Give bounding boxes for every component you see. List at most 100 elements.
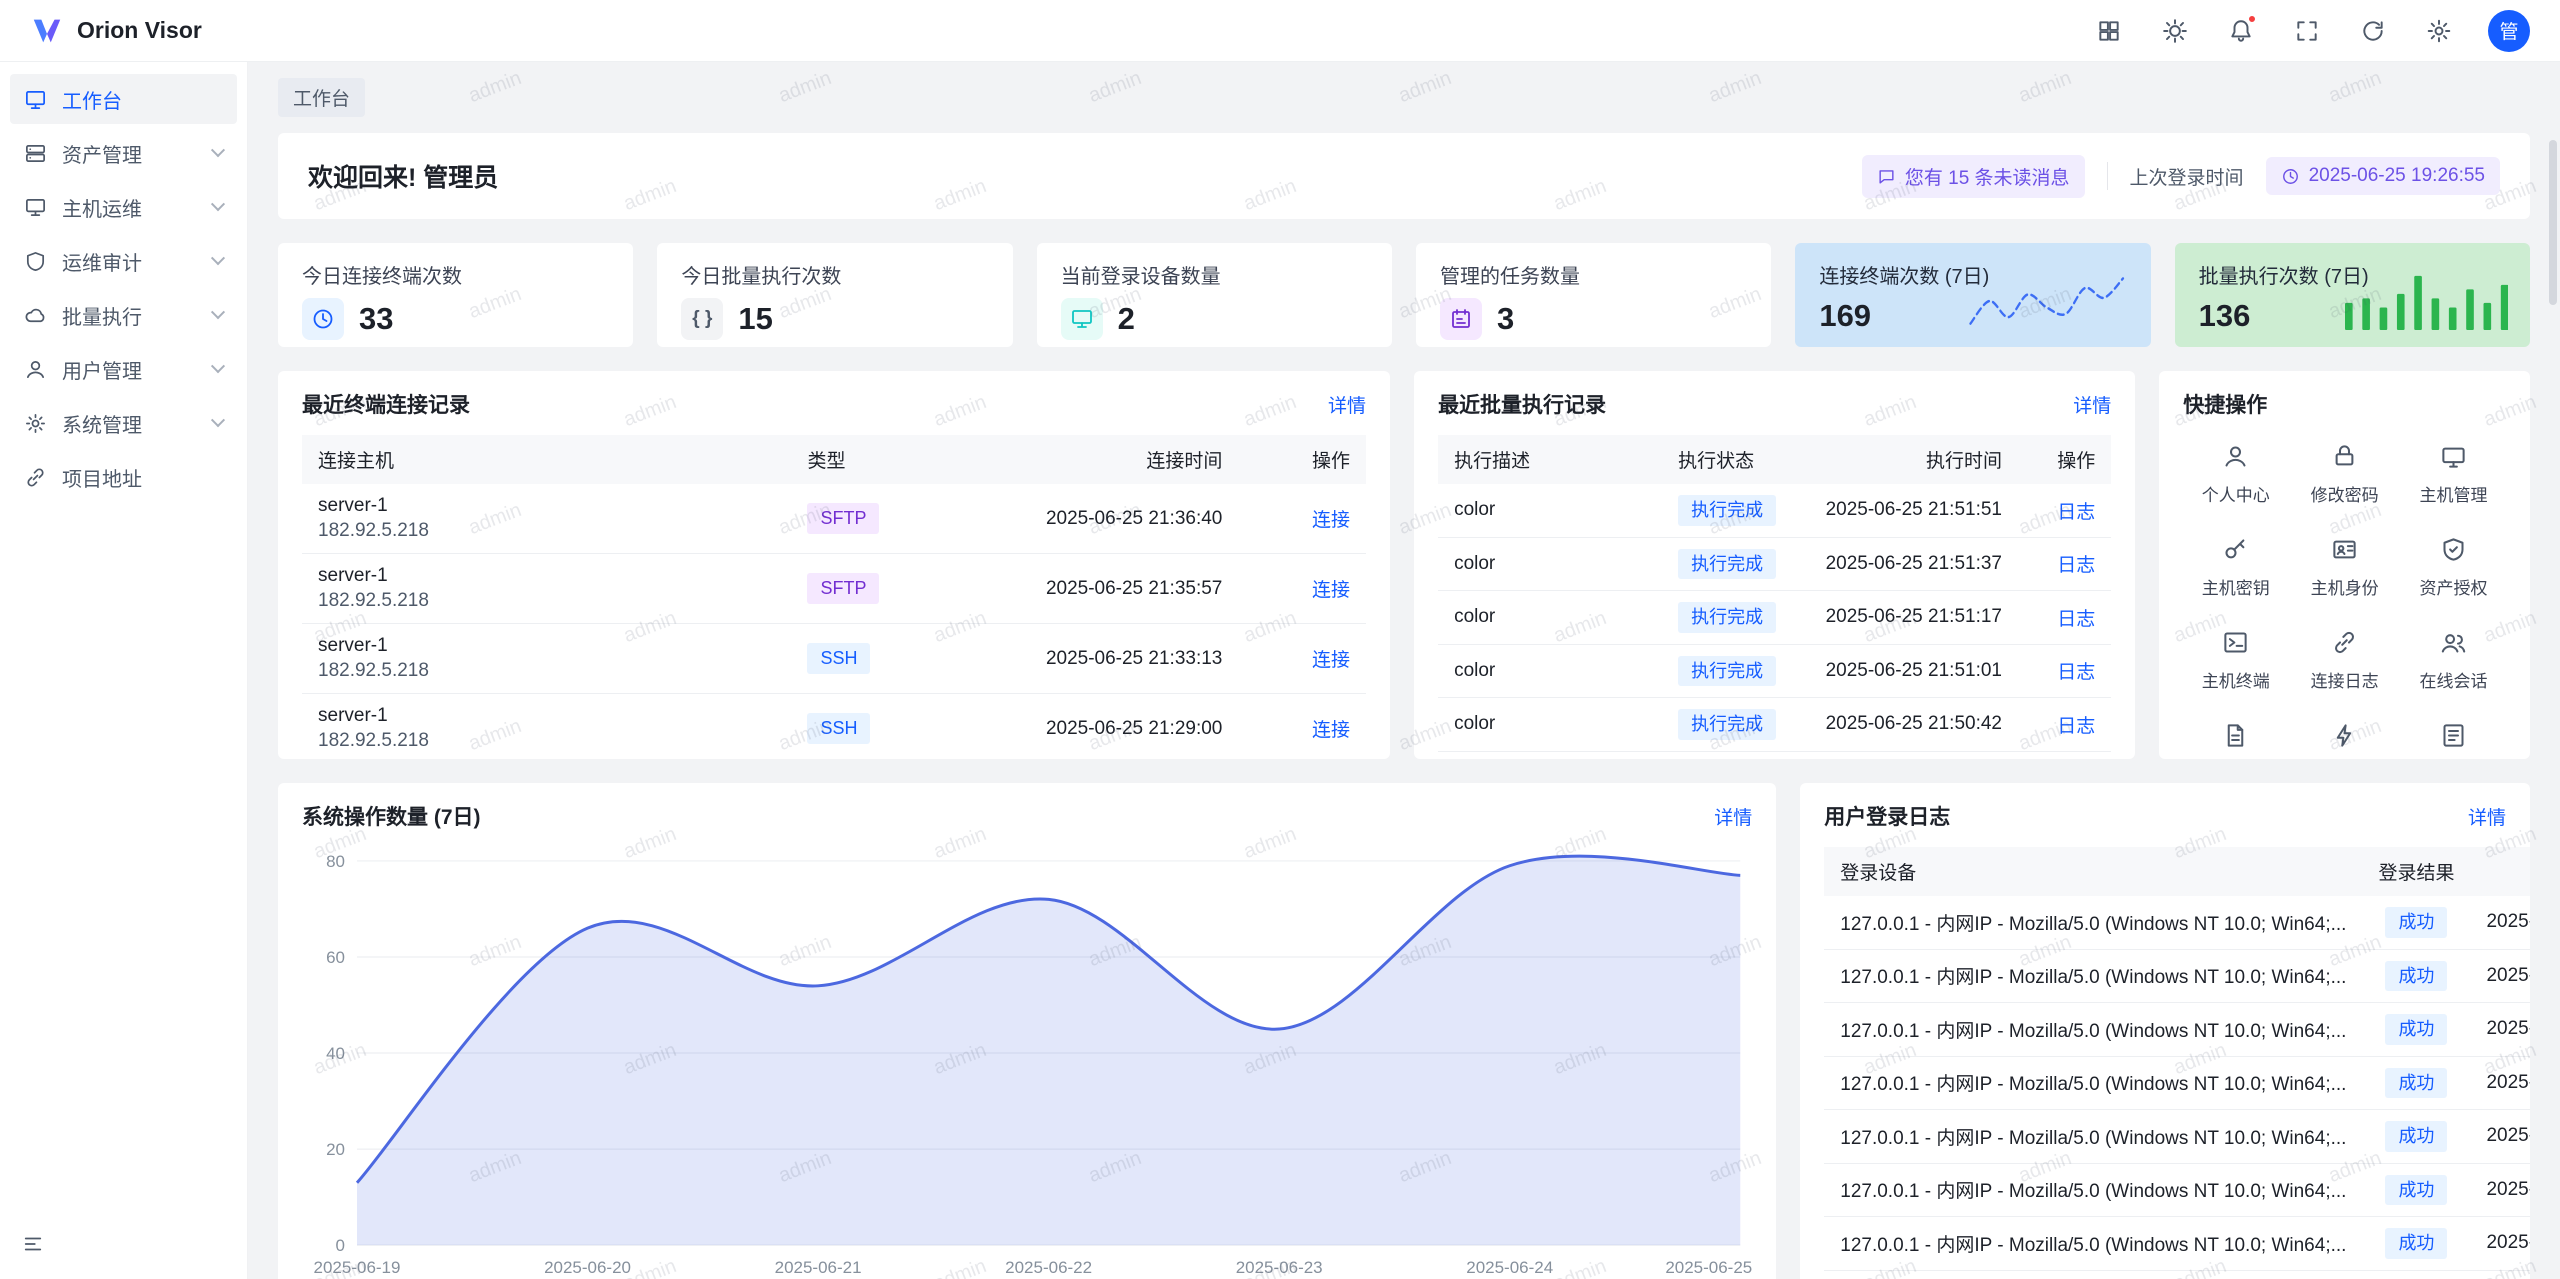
link-icon — [2331, 629, 2358, 656]
stat-value: 3 — [1497, 301, 1514, 337]
terminal-record-row: server-1 182.92.5.218 SFTP 2025-06-25 21… — [302, 484, 1366, 554]
stat-card-today-batch-exec: 今日批量执行次数 { } 15 — [657, 243, 1012, 347]
login-time: 2025-04-03 01:36:58 — [2470, 1110, 2530, 1164]
login-device: 127.0.0.1 - 内网IP - Mozilla/5.0 (Windows … — [1824, 1110, 2362, 1164]
login-log-row: 127.0.0.1 - 内网IP - Mozilla/5.0 (Windows … — [1824, 1056, 2530, 1110]
qa-command-execution[interactable]: 命令执行 — [2292, 722, 2397, 759]
qa-label: 主机终端 — [2202, 667, 2270, 692]
connect-link[interactable]: 连接 — [1312, 580, 1350, 601]
vertical-scrollbar[interactable] — [2549, 140, 2557, 305]
qa-change-password[interactable]: 修改密码 — [2292, 443, 2397, 506]
login-device: 127.0.0.1 - 内网IP - Mozilla/5.0 (Windows … — [1824, 896, 2362, 949]
qa-host-terminal[interactable]: 主机终端 — [2183, 629, 2288, 692]
login-logs-detail-link[interactable]: 详情 — [2468, 803, 2506, 830]
sidebar-item-system-mgmt[interactable]: 系统管理 — [10, 398, 237, 448]
qa-execution-logs[interactable]: 执行日志 — [2401, 722, 2506, 759]
qa-file-operation-logs[interactable]: 文件操作日志 — [2183, 722, 2288, 759]
last-login-label: 上次登录时间 — [2130, 163, 2244, 190]
login-result-tag: 成功 — [2385, 1014, 2447, 1045]
login-log-row: 127.0.0.1 - 内网IP - Mozilla/5.0 (Windows … — [1824, 1217, 2530, 1271]
sidebar-item-audit[interactable]: 运维审计 — [10, 236, 237, 286]
app-logo[interactable]: Orion Visor — [30, 14, 202, 48]
connect-link[interactable]: 连接 — [1312, 650, 1350, 671]
login-log-row: 127.0.0.1 - 内网IP - Mozilla/5.0 (Windows … — [1824, 1163, 2530, 1217]
qa-host-management[interactable]: 主机管理 — [2401, 443, 2506, 506]
breadcrumb-item-workbench[interactable]: 工作台 — [278, 78, 365, 117]
host-ip: 182.92.5.218 — [318, 660, 775, 682]
collapse-sidebar-button[interactable] — [16, 1227, 50, 1261]
task-calendar-icon — [1440, 298, 1482, 340]
panel-title: 用户登录日志 — [1824, 801, 1950, 831]
protocol-tag: SFTP — [807, 503, 879, 534]
exec-description: color — [1438, 591, 1662, 645]
batch-records-detail-link[interactable]: 详情 — [2073, 391, 2111, 418]
sidebar-item-user-mgmt[interactable]: 用户管理 — [10, 344, 237, 394]
sidebar-item-project-link[interactable]: 项目地址 — [10, 452, 237, 502]
fullscreen-icon[interactable] — [2290, 14, 2324, 48]
sidebar-item-assets[interactable]: 资产管理 — [10, 128, 237, 178]
user-icon — [2222, 443, 2249, 470]
svg-text:40: 40 — [326, 1044, 345, 1063]
chevron-down-icon — [211, 197, 225, 211]
sidebar-item-host-ops[interactable]: 主机运维 — [10, 182, 237, 232]
key-icon — [2222, 536, 2249, 563]
last-login-time: 2025-06-25 19:26:55 — [2309, 165, 2485, 187]
qa-host-identity[interactable]: 主机身份 — [2292, 536, 2397, 599]
login-logs-panel: 用户登录日志 详情 登录设备 登录结果 登录时间 12 — [1800, 783, 2530, 1279]
system-ops-panel: 系统操作数量 (7日) 详情 0204060802025-06-192025-0… — [278, 783, 1776, 1279]
qa-asset-authorization[interactable]: 资产授权 — [2401, 536, 2506, 599]
unread-messages-pill[interactable]: 您有 15 条未读消息 — [1862, 155, 2085, 198]
theme-sun-icon[interactable] — [2158, 14, 2192, 48]
file-icon — [2222, 722, 2249, 749]
stat-label: 今日批量执行次数 — [681, 260, 988, 289]
users-icon — [2440, 629, 2467, 656]
log-link[interactable]: 日志 — [2057, 662, 2095, 683]
connect-time: 2025-06-25 21:36:40 — [951, 484, 1238, 554]
system-ops-detail-link[interactable]: 详情 — [1714, 803, 1752, 830]
sidebar-footer — [10, 1219, 237, 1269]
qa-connection-logs[interactable]: 连接日志 — [2292, 629, 2397, 692]
sidebar-item-workbench[interactable]: 工作台 — [10, 74, 237, 124]
braces-icon: { } — [681, 298, 723, 340]
shield-check-icon — [2440, 536, 2467, 563]
qa-label: 修改密码 — [2311, 481, 2379, 506]
sidebar-item-label: 运维审计 — [62, 247, 142, 276]
batch-record-row: color 执行完成 2025-06-25 21:51:37 日志 — [1438, 537, 2111, 591]
login-logs-table: 登录设备 登录结果 登录时间 127.0.0.1 - 内网IP - Mozill… — [1824, 847, 2530, 1279]
notifications-bell-icon[interactable] — [2224, 14, 2258, 48]
login-device: 127.0.0.1 - 内网IP - Mozilla/5.0 (Windows … — [1824, 1163, 2362, 1217]
log-link[interactable]: 日志 — [2057, 609, 2095, 630]
login-time: 2025-06-06 15:54:26 — [2470, 1003, 2530, 1057]
settings-gear-icon[interactable] — [2422, 14, 2456, 48]
log-link[interactable]: 日志 — [2057, 555, 2095, 576]
stat-label: 管理的任务数量 — [1440, 260, 1747, 289]
host-ip: 182.92.5.218 — [318, 520, 775, 542]
login-result-tag: 成功 — [2385, 907, 2447, 938]
monitor-icon — [2440, 443, 2467, 470]
terminal-records-panel: 最近终端连接记录 详情 连接主机 类型 连接时间 操作 — [278, 371, 1390, 759]
protocol-tag: SFTP — [807, 573, 879, 604]
terminal-record-row: server-1 182.92.5.218 SSH 2025-06-25 21:… — [302, 694, 1366, 760]
user-avatar[interactable]: 管 — [2488, 10, 2530, 52]
terminal-records-detail-link[interactable]: 详情 — [1328, 391, 1366, 418]
terminal-7d-sparkline — [1965, 272, 2128, 330]
exec-time: 2025-06-25 21:51:51 — [1810, 484, 2018, 537]
log-link[interactable]: 日志 — [2057, 716, 2095, 737]
log-link[interactable]: 日志 — [2057, 502, 2095, 523]
refresh-icon[interactable] — [2356, 14, 2390, 48]
qa-personal-center[interactable]: 个人中心 — [2183, 443, 2288, 506]
qa-host-keys[interactable]: 主机密钥 — [2183, 536, 2288, 599]
exec-status-tag: 执行完成 — [1678, 709, 1776, 740]
sidebar-item-batch-exec[interactable]: 批量执行 — [10, 290, 237, 340]
column-header: 登录设备 — [1824, 847, 2362, 896]
connect-link[interactable]: 连接 — [1312, 510, 1350, 531]
qa-online-sessions[interactable]: 在线会话 — [2401, 629, 2506, 692]
connect-link[interactable]: 连接 — [1312, 720, 1350, 741]
layout-grid-icon[interactable] — [2092, 14, 2126, 48]
clock-icon — [302, 298, 344, 340]
qa-label: 主机管理 — [2420, 481, 2488, 506]
batch-record-row: color 执行完成 2025-06-25 21:51:17 日志 — [1438, 591, 2111, 645]
host-ip: 182.92.5.218 — [318, 730, 775, 752]
breadcrumb: 工作台 — [278, 78, 2530, 133]
qa-label: 资产授权 — [2420, 574, 2488, 599]
